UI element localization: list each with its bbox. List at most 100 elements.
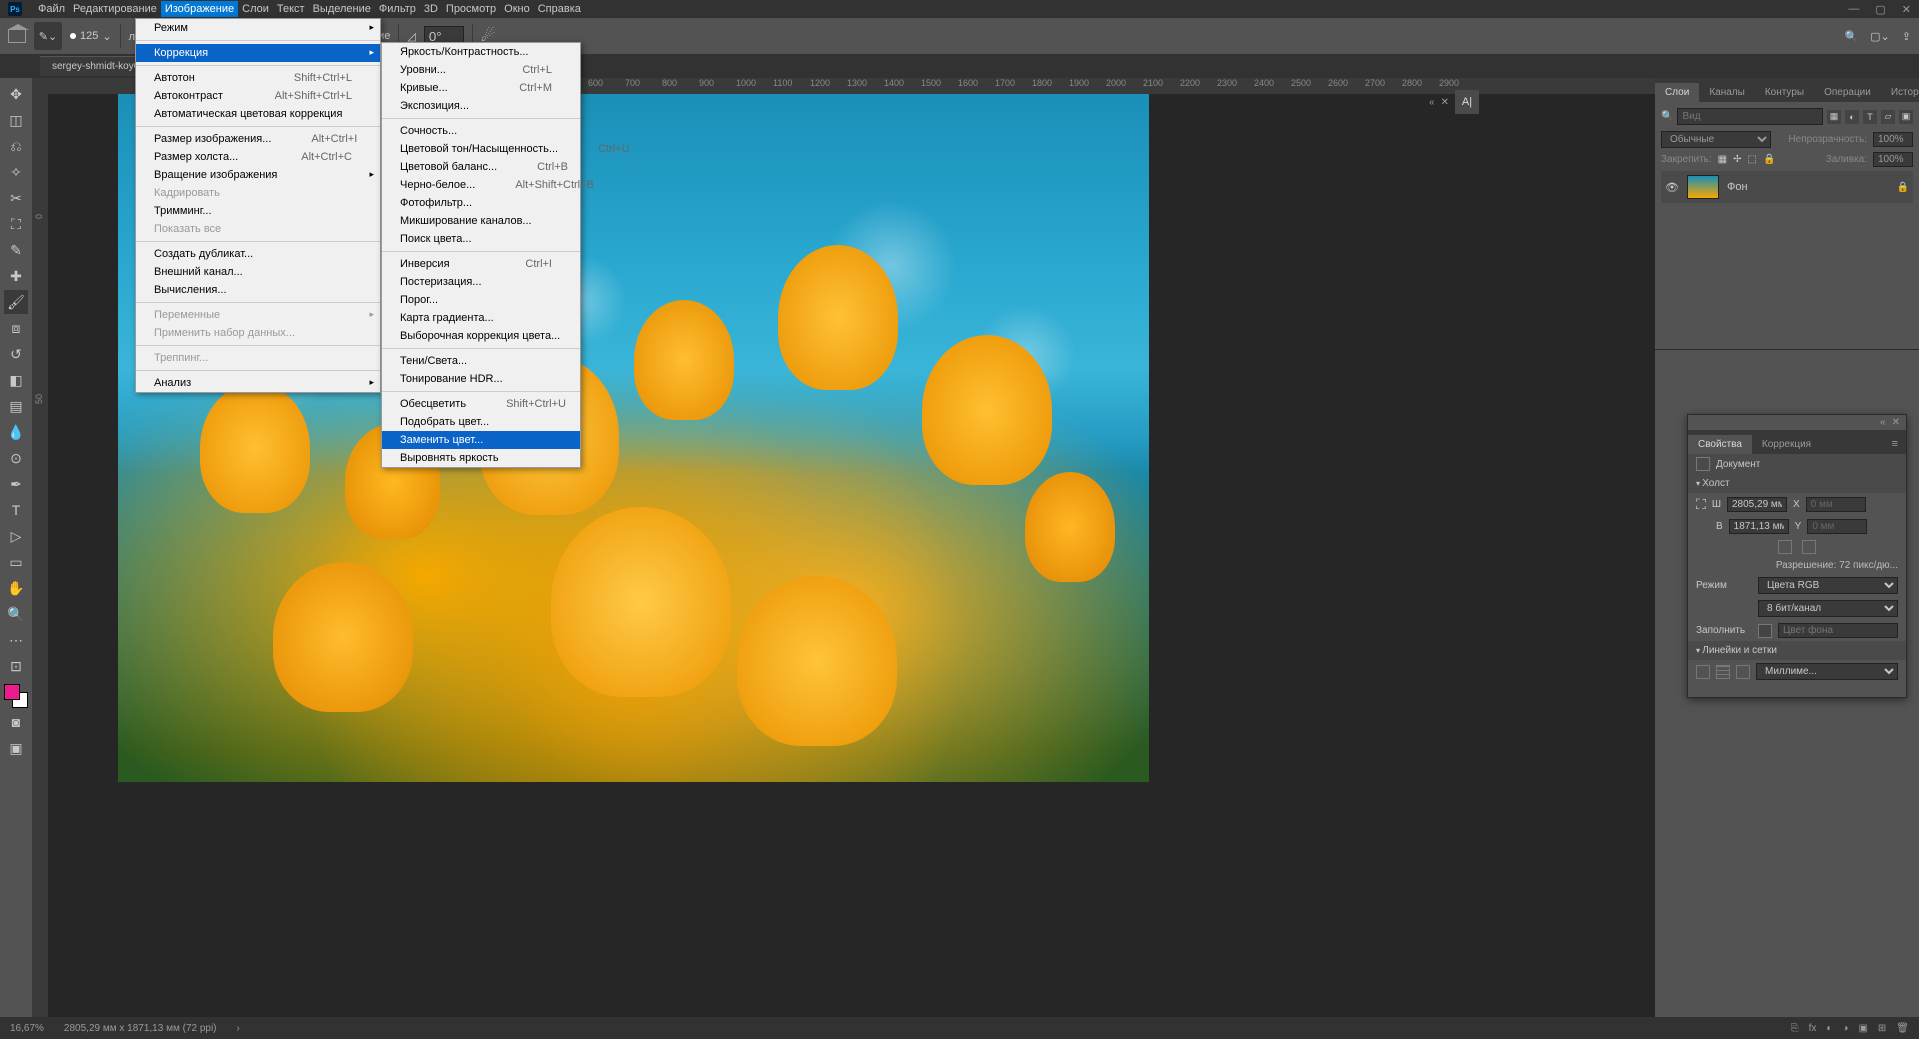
menu-item[interactable]: Цветовой тон/Насыщенность...Ctrl+U: [382, 140, 580, 158]
menu-фильтр[interactable]: Фильтр: [375, 1, 420, 17]
menu-item[interactable]: Вращение изображения: [136, 166, 380, 184]
color-mode-select[interactable]: Цвета RGB: [1758, 577, 1898, 594]
foreground-color[interactable]: [4, 684, 20, 700]
panel-tab-3[interactable]: Операции: [1814, 83, 1881, 102]
menu-item[interactable]: Яркость/Контрастность...: [382, 43, 580, 61]
minimize-icon[interactable]: —: [1848, 3, 1859, 16]
menu-item[interactable]: Вычисления...: [136, 281, 380, 299]
zoom-level[interactable]: 16,67%: [10, 1023, 44, 1034]
menu-item[interactable]: Коррекция: [136, 44, 380, 62]
tab-scroll-left-icon[interactable]: «: [1429, 97, 1435, 108]
menu-item[interactable]: Экспозиция...: [382, 97, 580, 115]
tool-preset[interactable]: ✎⌄: [34, 22, 62, 50]
trash-icon[interactable]: 🗑: [1896, 1023, 1909, 1034]
mask-icon[interactable]: ◐: [1826, 1023, 1832, 1034]
x-input[interactable]: [1806, 497, 1866, 512]
share-icon[interactable]: ⇪: [1902, 30, 1911, 43]
menu-текст[interactable]: Текст: [273, 1, 309, 17]
group-icon[interactable]: ▣: [1858, 1023, 1867, 1034]
edit-toolbar[interactable]: ⊡: [4, 654, 28, 678]
filter-adjust-icon[interactable]: ◐: [1845, 110, 1859, 124]
menu-item[interactable]: АвтотонShift+Ctrl+L: [136, 69, 380, 87]
orientation-portrait-icon[interactable]: [1778, 540, 1792, 554]
gradient-tool[interactable]: ▤: [4, 394, 28, 418]
lasso-tool[interactable]: ⎌: [4, 134, 28, 158]
fill-input[interactable]: [1873, 152, 1913, 167]
lock-artboard-icon[interactable]: ⬚: [1748, 154, 1757, 165]
filter-shape-icon[interactable]: ▱: [1881, 110, 1895, 124]
menu-item[interactable]: Автоматическая цветовая коррекцияShift+C…: [136, 105, 380, 123]
menu-item[interactable]: Кривые...Ctrl+M: [382, 79, 580, 97]
menu-выделение[interactable]: Выделение: [309, 1, 375, 17]
search-icon[interactable]: 🔍: [1661, 111, 1673, 122]
menu-изображение[interactable]: Изображение: [161, 1, 238, 17]
brush-preview[interactable]: 125 ⌄: [70, 30, 112, 43]
panel-tab-2[interactable]: Контуры: [1755, 83, 1814, 102]
menu-item[interactable]: Режим: [136, 19, 380, 37]
units-select[interactable]: Миллиме...: [1756, 663, 1898, 680]
menu-справка[interactable]: Справка: [534, 1, 585, 17]
quick-mask-icon[interactable]: ◙: [4, 710, 28, 734]
menu-item[interactable]: Заменить цвет...: [382, 431, 580, 449]
stamp-tool[interactable]: ⧈: [4, 316, 28, 340]
menu-файл[interactable]: Файл: [34, 1, 69, 17]
shape-tool[interactable]: ▭: [4, 550, 28, 574]
marquee-tool[interactable]: ◫: [4, 108, 28, 132]
ruler-icon[interactable]: [1696, 665, 1710, 679]
collapse-icon[interactable]: «: [1880, 417, 1886, 428]
menu-item[interactable]: Тримминг...: [136, 202, 380, 220]
menu-item[interactable]: Поиск цвета...: [382, 230, 580, 248]
section-rulers-grids[interactable]: Линейки и сетки: [1688, 641, 1906, 660]
menu-просмотр[interactable]: Просмотр: [442, 1, 500, 17]
menu-item[interactable]: Размер изображения...Alt+Ctrl+I: [136, 130, 380, 148]
menu-item[interactable]: Создать дубликат...: [136, 245, 380, 263]
menu-item[interactable]: Карта градиента...: [382, 309, 580, 327]
orientation-landscape-icon[interactable]: [1802, 540, 1816, 554]
close-icon[interactable]: ✕: [1892, 417, 1900, 428]
fill-swatch[interactable]: [1758, 624, 1772, 638]
menu-item[interactable]: АвтоконтрастAlt+Shift+Ctrl+L: [136, 87, 380, 105]
menu-item[interactable]: Сочность...: [382, 122, 580, 140]
fill-color-input[interactable]: [1778, 623, 1898, 638]
menu-item[interactable]: Выборочная коррекция цвета...: [382, 327, 580, 345]
blur-tool[interactable]: 💧: [4, 420, 28, 444]
panel-tab-1[interactable]: Каналы: [1699, 83, 1755, 102]
menu-окно[interactable]: Окно: [500, 1, 534, 17]
bit-depth-select[interactable]: 8 бит/канал: [1758, 600, 1898, 617]
tab-close-icon[interactable]: ✕: [1441, 97, 1449, 108]
menu-item[interactable]: Внешний канал...: [136, 263, 380, 281]
type-tool[interactable]: T: [4, 498, 28, 522]
fx-icon[interactable]: fx: [1809, 1023, 1817, 1034]
tab-properties[interactable]: Свойства: [1688, 435, 1752, 454]
menu-item[interactable]: ИнверсияCtrl+I: [382, 255, 580, 273]
chevron-down-icon[interactable]: ⌄: [102, 30, 111, 43]
section-canvas[interactable]: Холст: [1688, 474, 1906, 493]
panel-tab-0[interactable]: Слои: [1655, 83, 1699, 102]
history-brush-tool[interactable]: ↺: [4, 342, 28, 366]
menu-item[interactable]: Тени/Света...: [382, 352, 580, 370]
pen-tool[interactable]: ✒: [4, 472, 28, 496]
eyedropper-tool[interactable]: ✎: [4, 238, 28, 262]
menu-item[interactable]: Черно-белое...Alt+Shift+Ctrl+B: [382, 176, 580, 194]
menu-item[interactable]: Постеризация...: [382, 273, 580, 291]
filter-smart-icon[interactable]: ▣: [1899, 110, 1913, 124]
y-input[interactable]: [1807, 519, 1867, 534]
search-icon[interactable]: 🔍: [1844, 30, 1858, 43]
filter-type-icon[interactable]: T: [1863, 110, 1877, 124]
new-layer-icon[interactable]: ⊞: [1878, 1023, 1886, 1034]
floating-tab[interactable]: A|: [1455, 90, 1479, 114]
magic-wand-tool[interactable]: ✧: [4, 160, 28, 184]
move-tool[interactable]: ✥: [4, 82, 28, 106]
dodge-tool[interactable]: ⊙: [4, 446, 28, 470]
opacity-input[interactable]: [1873, 132, 1913, 147]
menu-item[interactable]: Выровнять яркость: [382, 449, 580, 467]
lock-icon[interactable]: 🔒: [1897, 182, 1909, 193]
home-icon[interactable]: [8, 29, 26, 43]
layer-row[interactable]: 👁 Фон 🔒: [1661, 171, 1913, 203]
menu-item[interactable]: Цветовой баланс...Ctrl+B: [382, 158, 580, 176]
height-input[interactable]: [1729, 519, 1789, 534]
panel-menu-icon[interactable]: ≡: [1884, 434, 1906, 454]
width-input[interactable]: [1727, 497, 1787, 512]
menu-item[interactable]: ОбесцветитьShift+Ctrl+U: [382, 395, 580, 413]
link-icon[interactable]: ⛶: [1696, 496, 1706, 513]
